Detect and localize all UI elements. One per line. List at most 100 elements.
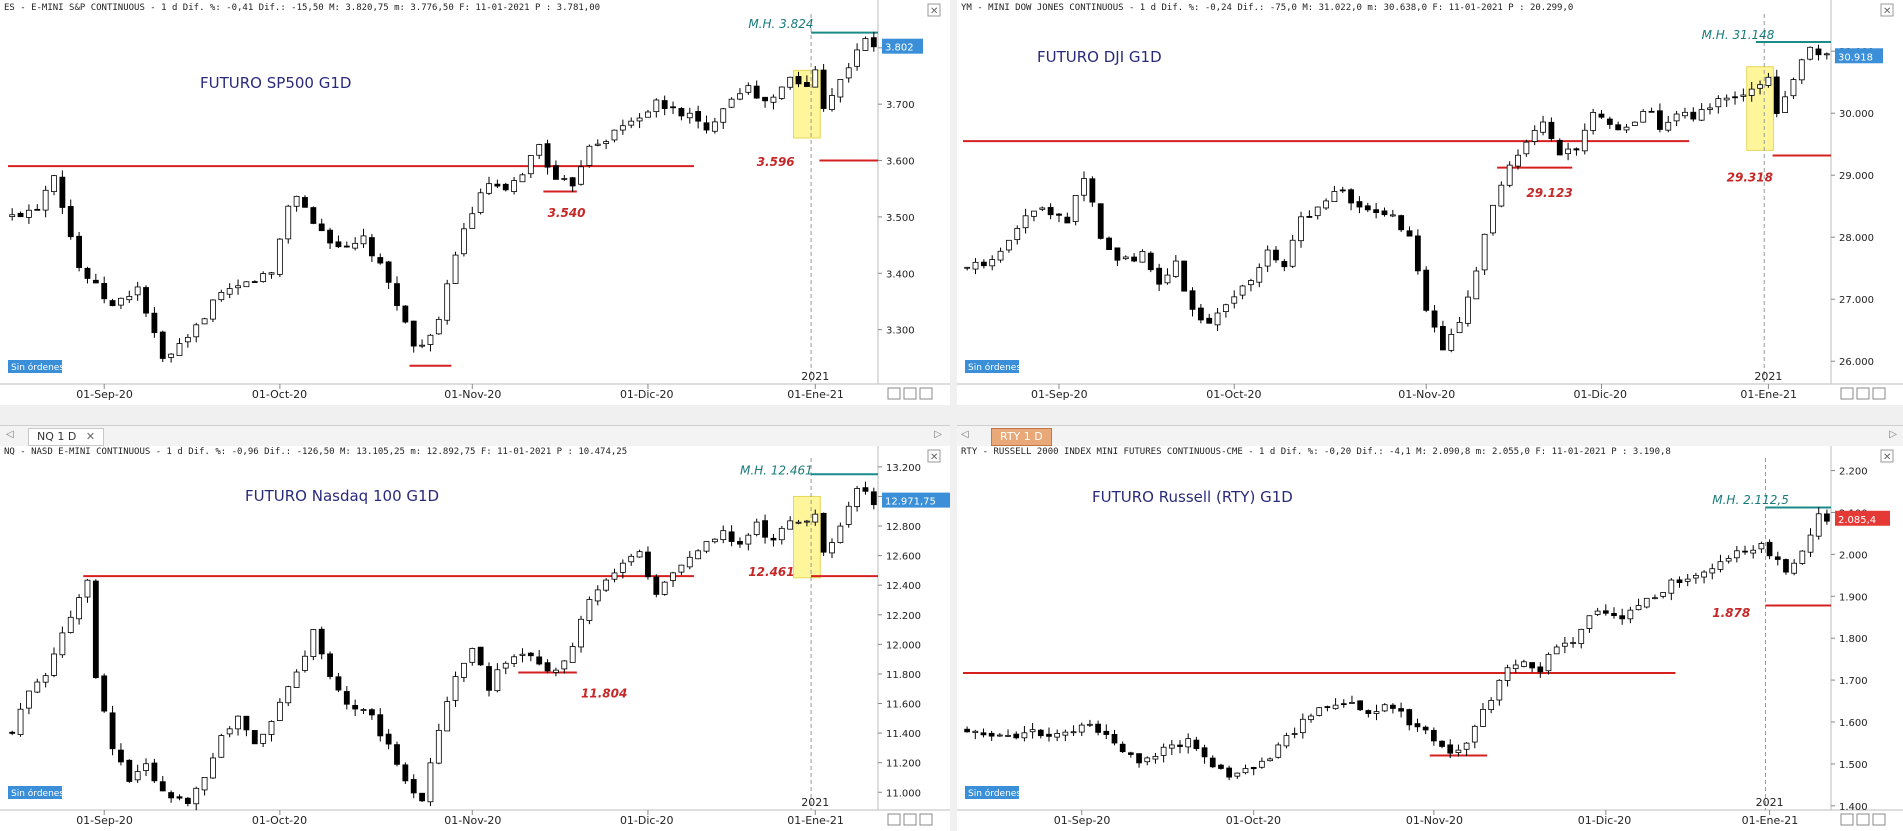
candle-body	[159, 331, 166, 359]
chart-panel-russell[interactable]: RTY - RUSSELL 2000 INDEX MINI FUTURES CO…	[957, 446, 1903, 831]
y-tick-label: 1.400	[1839, 802, 1868, 813]
candle-body	[1791, 562, 1798, 574]
candle-body	[1807, 534, 1814, 553]
candle-body	[636, 117, 643, 122]
chart-panel-dji[interactable]: YM - MINI DOW JONES CONTINUOUS - 1 d Dif…	[957, 0, 1903, 405]
candle-body	[820, 512, 827, 553]
y-tick-label: 1.800	[1839, 634, 1868, 645]
chart-nasdaq[interactable]: NQ - NASD E-MINI CONTINUOUS - 1 d Dif. %…	[0, 446, 950, 831]
candle-body	[1264, 249, 1271, 267]
candle-body	[1206, 317, 1213, 324]
tab-scroll-left-icon[interactable]: ◁	[6, 429, 14, 440]
candle-body	[126, 295, 133, 301]
tab-scroll-right-icon[interactable]: ▷	[1889, 429, 1897, 440]
y-tick-label: 12.800	[886, 522, 921, 533]
candle-body	[1139, 251, 1146, 263]
candle-body	[310, 629, 317, 657]
candle-body	[1471, 725, 1478, 743]
candle	[327, 651, 333, 680]
candle	[1556, 138, 1563, 156]
candle-body	[1578, 628, 1585, 644]
candle-body	[1422, 726, 1429, 731]
candle-body	[803, 82, 810, 87]
y-tick-label: 26.000	[1839, 357, 1874, 368]
candle-body	[1122, 256, 1129, 260]
tab-scroll-left-icon[interactable]: ◁	[961, 429, 969, 440]
candle-body	[435, 729, 442, 764]
candle-body	[1439, 325, 1446, 351]
x-tick-label: 01-Oct-20	[1206, 388, 1261, 401]
chart-russell[interactable]: RTY - RUSSELL 2000 INDEX MINI FUTURES CO…	[957, 446, 1903, 831]
candle	[1506, 161, 1513, 188]
tab-scroll-right-icon[interactable]: ▷	[934, 429, 942, 440]
x-tick-label: 01-Nov-20	[1398, 388, 1455, 401]
candle-body	[1062, 731, 1069, 736]
candle-body	[1545, 653, 1552, 672]
candle-body	[302, 197, 308, 208]
candle	[1498, 181, 1505, 208]
candle	[1783, 558, 1789, 575]
candle-body	[452, 676, 459, 701]
candle-body	[1087, 723, 1093, 726]
candle	[661, 580, 668, 596]
candle-body	[1209, 757, 1216, 768]
candle	[586, 144, 593, 168]
candle	[444, 279, 451, 325]
candle-body	[1635, 605, 1642, 611]
candle-body	[276, 238, 283, 275]
candle-body	[17, 212, 24, 218]
candle-body	[1081, 178, 1087, 196]
candle-body	[1581, 129, 1588, 152]
candle	[310, 206, 317, 225]
candle-body	[1414, 235, 1421, 272]
candle-body	[1152, 756, 1159, 760]
candle-body	[76, 235, 83, 268]
y-tick-label: 29.000	[1839, 171, 1874, 182]
candle-body	[368, 709, 375, 716]
close-icon[interactable]: ✕	[86, 430, 95, 443]
candle-body	[1684, 578, 1691, 582]
candle-body	[1790, 79, 1797, 97]
candle-body	[1185, 738, 1192, 748]
candle-body	[561, 660, 568, 670]
candle-body	[327, 229, 333, 244]
candle	[703, 541, 710, 554]
candle-body	[143, 287, 149, 314]
candle-body	[1490, 204, 1496, 234]
level-label: M.H. 3.824	[748, 17, 813, 31]
chart-sp500[interactable]: ES - E-MINI S&P CONTINUOUS - 1 d Dif. %:…	[0, 0, 950, 405]
candle-body	[17, 708, 24, 735]
candle-body	[1308, 715, 1314, 721]
candle-body	[1273, 249, 1279, 261]
y-tick-label: 3.500	[886, 213, 915, 224]
candle-body	[1234, 772, 1241, 777]
candle-body	[1248, 280, 1254, 286]
candle-body	[1256, 267, 1263, 283]
tab-nq[interactable]: NQ 1 D ✕	[28, 428, 105, 446]
candle-body	[1665, 121, 1672, 131]
chart-dji[interactable]: YM - MINI DOW JONES CONTINUOUS - 1 d Dif…	[957, 0, 1903, 405]
tab-nq-label: NQ 1 D	[37, 430, 77, 443]
tab-rty[interactable]: RTY 1 D	[991, 428, 1052, 446]
candle-body	[268, 721, 275, 735]
candle-body	[1349, 702, 1355, 704]
candle-body	[276, 701, 283, 721]
x-tick-label: 01-Sep-20	[1031, 388, 1088, 401]
candle-body	[870, 491, 877, 506]
candle-body	[469, 648, 476, 663]
candle-body	[762, 520, 768, 538]
candle-body	[1324, 706, 1331, 708]
x-tick-label: 01-Nov-20	[1406, 814, 1463, 827]
chart-panel-nasdaq[interactable]: NQ - NASD E-MINI CONTINUOUS - 1 d Dif. %…	[0, 446, 950, 831]
candle-body	[235, 715, 241, 730]
zoom-icon	[887, 813, 901, 826]
candle-body	[226, 288, 233, 295]
chart-panel-sp500[interactable]: ES - E-MINI S&P CONTINUOUS - 1 d Dif. %:…	[0, 0, 950, 405]
x-tick-label: 01-Nov-20	[444, 388, 501, 401]
candle	[310, 628, 317, 661]
x-tick-label: 01-Dic-20	[1573, 388, 1627, 401]
candle-body	[1070, 731, 1077, 734]
y-tick-label: 3.400	[886, 269, 915, 280]
candle-body	[527, 652, 534, 657]
candle-body	[845, 67, 852, 79]
